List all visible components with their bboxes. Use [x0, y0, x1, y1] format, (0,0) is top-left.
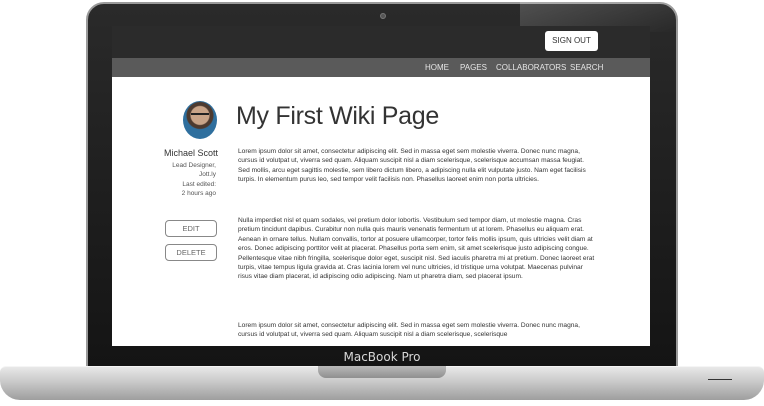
author-role: Lead Designer, — [172, 162, 216, 169]
page-title: My First Wiki Page — [236, 102, 439, 130]
edit-button[interactable]: EDIT — [165, 220, 217, 237]
content-paragraph: Lorem ipsum dolor sit amet, consectetur … — [238, 322, 580, 339]
nav-bar: HOME PAGES COLLABORATORS SEARCH — [112, 58, 650, 77]
content-paragraph: Lorem ipsum dolor sit amet, consectetur … — [238, 148, 586, 184]
last-edited-label: Last edited: — [182, 181, 216, 188]
base-indicator-line — [708, 379, 732, 380]
nav-item-search[interactable]: SEARCH — [570, 58, 603, 77]
content-paragraph: Nulla imperdiet nisl et quam sodales, ve… — [238, 217, 595, 281]
avatar — [183, 101, 217, 139]
screen: SIGN OUT HOME PAGES COLLABORATORS SEARCH… — [112, 26, 650, 346]
sign-out-button[interactable]: SIGN OUT — [545, 31, 598, 51]
delete-button[interactable]: DELETE — [165, 244, 217, 261]
camera-icon — [380, 13, 386, 19]
top-bar: SIGN OUT — [112, 26, 650, 58]
last-edited-time: 2 hours ago — [181, 190, 216, 197]
lid-notch — [318, 366, 446, 378]
nav-item-pages[interactable]: PAGES — [460, 58, 487, 77]
nav-item-home[interactable]: HOME — [425, 58, 449, 77]
author-name: Michael Scott — [163, 148, 218, 158]
author-company: Jott.ly — [199, 171, 216, 178]
nav-item-collaborators[interactable]: COLLABORATORS — [496, 58, 566, 77]
glasses-icon — [191, 113, 209, 117]
device-brand-label: MacBook Pro — [343, 350, 421, 364]
